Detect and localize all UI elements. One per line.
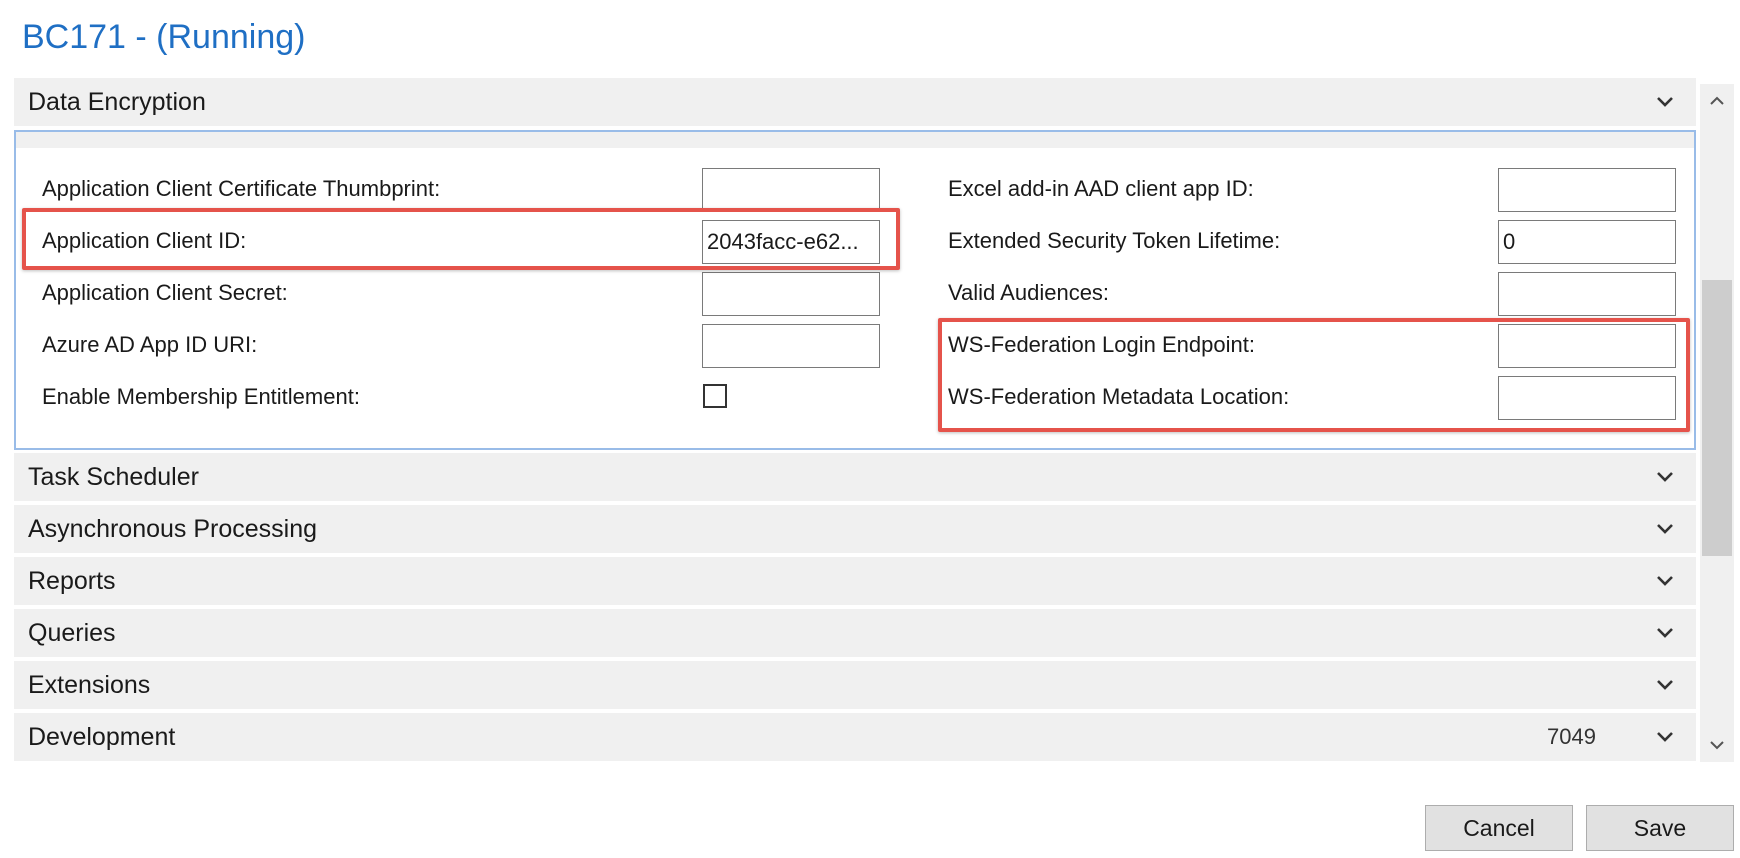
excel-app-id-label: Excel add-in AAD client app ID: [948, 176, 1254, 201]
cert-thumbprint-label: Application Client Certificate Thumbprin… [42, 176, 441, 201]
vertical-scrollbar[interactable] [1700, 84, 1734, 762]
section-label: Development [28, 722, 176, 751]
section-label: Reports [28, 566, 116, 595]
section-label: Data Encryption [28, 87, 206, 116]
excel-app-id-input[interactable] [1498, 168, 1676, 212]
client-id-input[interactable]: 2043facc-e62... [702, 220, 880, 264]
token-lifetime-label: Extended Security Token Lifetime: [948, 228, 1281, 253]
scroll-up-arrow-icon[interactable] [1700, 84, 1734, 118]
development-port-value: 7049 [1547, 724, 1596, 749]
valid-audiences-input[interactable] [1498, 272, 1676, 316]
section-async-processing[interactable]: Asynchronous Processing [14, 505, 1696, 555]
valid-audiences-label: Valid Audiences: [948, 280, 1110, 305]
chevron-down-icon[interactable] [1656, 609, 1674, 657]
window-title: BC171 - (Running) [22, 18, 306, 56]
wsfed-metadata-input[interactable] [1498, 376, 1676, 420]
section-data-encryption[interactable]: Data Encryption [14, 78, 1696, 128]
chevron-down-icon[interactable] [1656, 505, 1674, 553]
section-development[interactable]: Development 7049 [14, 713, 1696, 763]
membership-label: Enable Membership Entitlement: [42, 384, 360, 409]
chevron-down-icon[interactable] [1656, 78, 1674, 126]
save-button[interactable]: Save [1586, 805, 1734, 851]
section-label: Queries [28, 618, 116, 647]
section-reports[interactable]: Reports [14, 557, 1696, 607]
scroll-thumb[interactable] [1702, 280, 1732, 556]
cert-thumbprint-input[interactable] [702, 168, 880, 212]
section-queries[interactable]: Queries [14, 609, 1696, 659]
app-id-uri-input[interactable] [702, 324, 880, 368]
chevron-down-icon[interactable] [1656, 713, 1674, 761]
membership-checkbox[interactable] [703, 384, 727, 408]
section-extensions[interactable]: Extensions [14, 661, 1696, 711]
token-lifetime-input[interactable]: 0 [1498, 220, 1676, 264]
section-label: Extensions [28, 670, 151, 699]
client-secret-input[interactable] [702, 272, 880, 316]
wsfed-login-label: WS-Federation Login Endpoint: [948, 332, 1255, 357]
wsfed-login-input[interactable] [1498, 324, 1676, 368]
scroll-down-arrow-icon[interactable] [1700, 728, 1734, 762]
section-task-scheduler[interactable]: Task Scheduler [14, 453, 1696, 503]
chevron-down-icon[interactable] [1656, 557, 1674, 605]
client-secret-label: Application Client Secret: [42, 280, 288, 305]
chevron-down-icon[interactable] [1656, 453, 1674, 501]
section-label: Asynchronous Processing [28, 514, 318, 543]
app-id-uri-label: Azure AD App ID URI: [42, 332, 258, 357]
section-label: Task Scheduler [28, 462, 199, 491]
chevron-down-icon[interactable] [1656, 661, 1674, 709]
panel-scroll-strip [16, 132, 1694, 148]
wsfed-metadata-label: WS-Federation Metadata Location: [948, 384, 1290, 409]
cancel-button[interactable]: Cancel [1425, 805, 1573, 851]
settings-window: BC171 - (Running) Data Encryption Applic… [0, 0, 1740, 858]
client-id-label: Application Client ID: [42, 228, 247, 253]
